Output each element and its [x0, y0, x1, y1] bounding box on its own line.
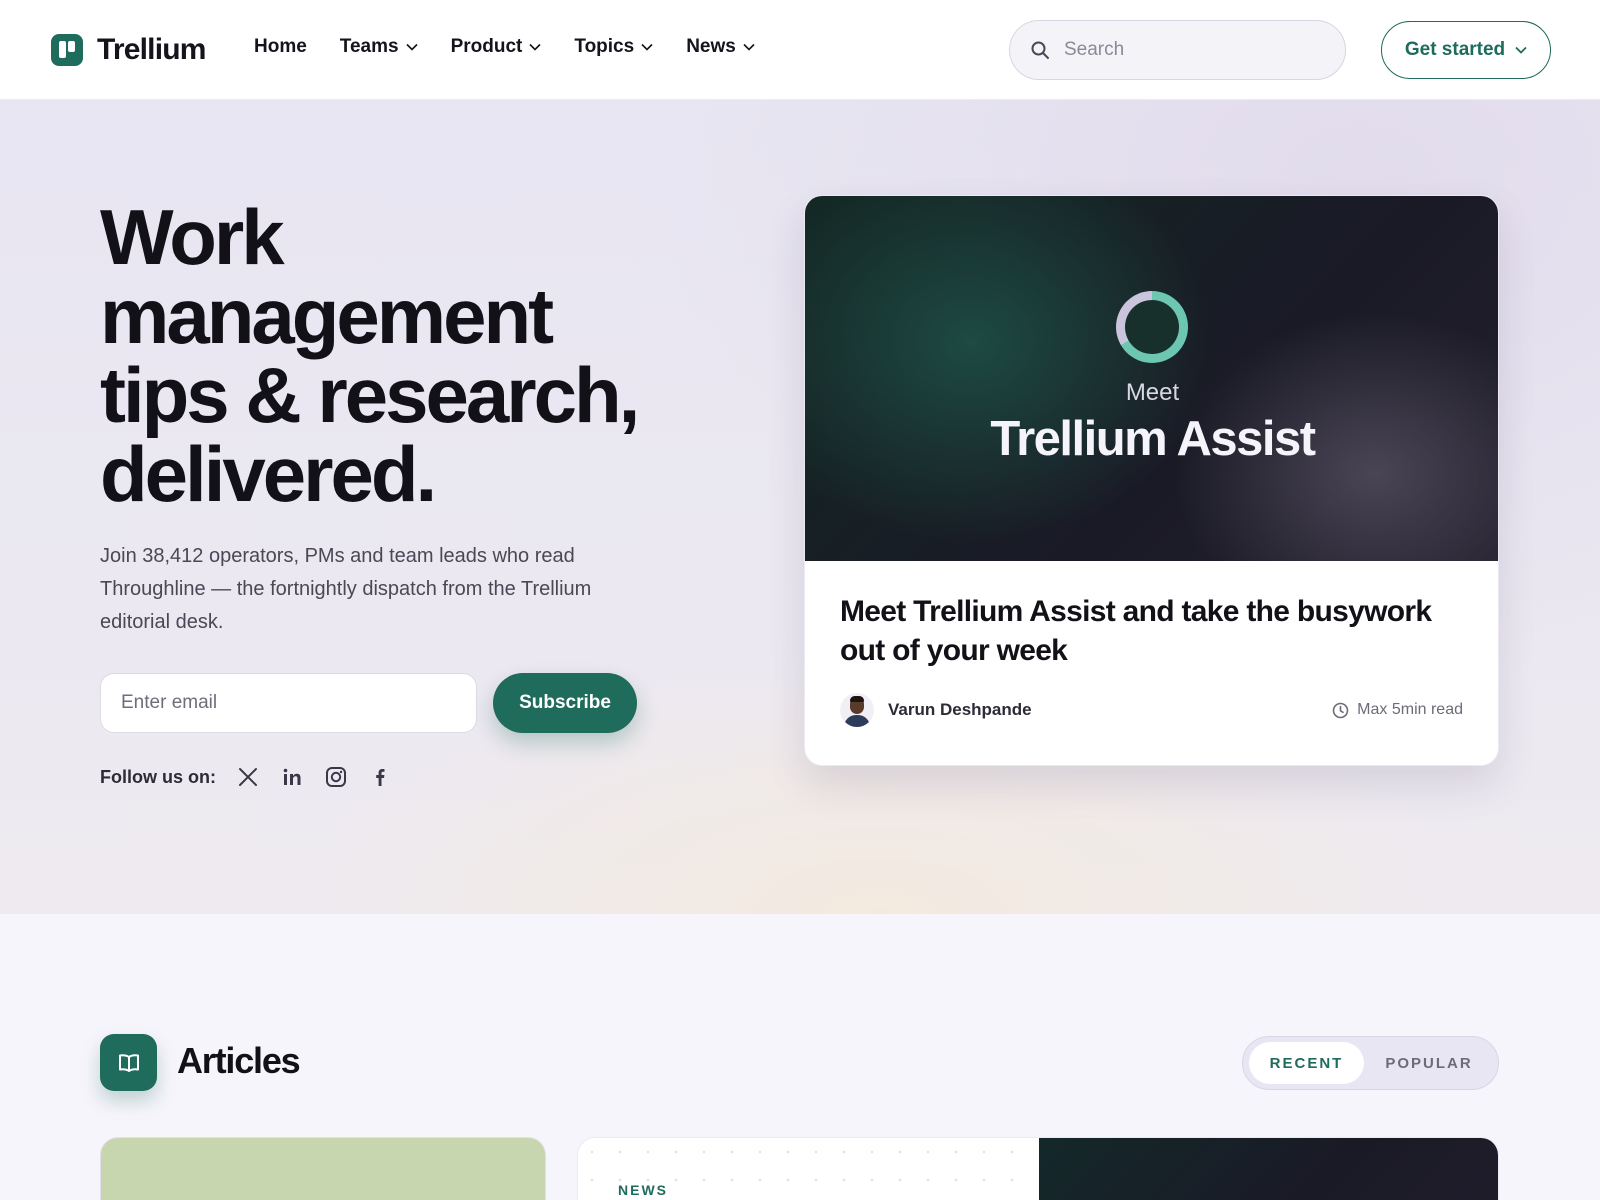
article-card[interactable]: NEWS	[577, 1137, 1499, 1200]
articles-sort-toggle: RECENT POPULAR	[1242, 1036, 1499, 1090]
subscribe-button[interactable]: Subscribe	[493, 673, 637, 733]
nav-item-news[interactable]: News	[686, 36, 755, 58]
avatar	[840, 693, 874, 727]
tab-recent[interactable]: RECENT	[1249, 1042, 1364, 1084]
nav-item-home[interactable]: Home	[254, 36, 307, 58]
featured-article-image: Meet Trellium Assist	[805, 196, 1498, 561]
nav-item-label: News	[686, 36, 736, 57]
chevron-down-icon	[406, 43, 418, 51]
read-time: Max 5min read	[1332, 701, 1463, 719]
article-card[interactable]	[100, 1137, 546, 1200]
chevron-down-icon	[1515, 46, 1527, 54]
clock-icon	[1332, 702, 1349, 718]
read-time-label: Max 5min read	[1357, 701, 1463, 718]
featured-article-card[interactable]: Meet Trellium Assist Meet Trellium Assis…	[804, 195, 1499, 766]
get-started-button[interactable]: Get started	[1381, 21, 1551, 79]
image-kicker: Meet	[1125, 379, 1180, 406]
follow-label: Follow us on:	[100, 766, 216, 787]
nav-item-product[interactable]: Product	[451, 36, 542, 58]
nav-item-label: Teams	[339, 36, 399, 57]
image-title: Trellium Assist	[990, 412, 1316, 466]
email-field[interactable]	[100, 673, 477, 733]
hero-subtitle: Join 38,412 operators, PMs and team lead…	[100, 545, 592, 633]
book-icon	[100, 1034, 157, 1091]
site-header: Trellium Home Teams Product Topics News	[0, 0, 1600, 100]
brand-name: Trellium	[97, 33, 206, 66]
x-icon[interactable]	[236, 765, 260, 789]
main-nav: Home Teams Product Topics News	[254, 36, 788, 58]
instagram-icon[interactable]	[324, 765, 348, 789]
article-category: NEWS	[618, 1182, 668, 1198]
article-author: Varun Deshpande	[840, 693, 1032, 727]
chevron-down-icon	[641, 43, 653, 51]
hero-section: Work management tips & research, deliver…	[0, 100, 1600, 914]
search-input[interactable]	[1064, 39, 1324, 61]
trellium-logo-icon	[51, 34, 83, 66]
hero-title: Work management tips & research, deliver…	[100, 193, 640, 518]
facebook-icon[interactable]	[368, 765, 392, 789]
nav-item-label: Topics	[574, 36, 635, 57]
linkedin-icon[interactable]	[280, 765, 304, 789]
nav-item-topics[interactable]: Topics	[574, 36, 653, 58]
tab-popular[interactable]: POPULAR	[1364, 1042, 1494, 1084]
social-links: Follow us on:	[100, 765, 412, 789]
chevron-down-icon	[743, 43, 755, 51]
nav-item-label: Product	[450, 36, 523, 57]
nav-item-label: Home	[254, 36, 307, 57]
assist-ring-icon	[1116, 291, 1188, 363]
brand-logo[interactable]: Trellium	[51, 33, 206, 67]
author-name: Varun Deshpande	[888, 700, 1032, 719]
chevron-down-icon	[529, 43, 541, 51]
articles-heading: Articles	[177, 1040, 301, 1081]
get-started-label: Get started	[1404, 39, 1506, 60]
nav-item-teams[interactable]: Teams	[340, 36, 418, 58]
search-icon	[1031, 41, 1049, 59]
article-image	[1039, 1138, 1498, 1200]
search-box	[1009, 20, 1346, 80]
featured-article-headline[interactable]: Meet Trellium Assist and take the busywo…	[840, 592, 1470, 670]
